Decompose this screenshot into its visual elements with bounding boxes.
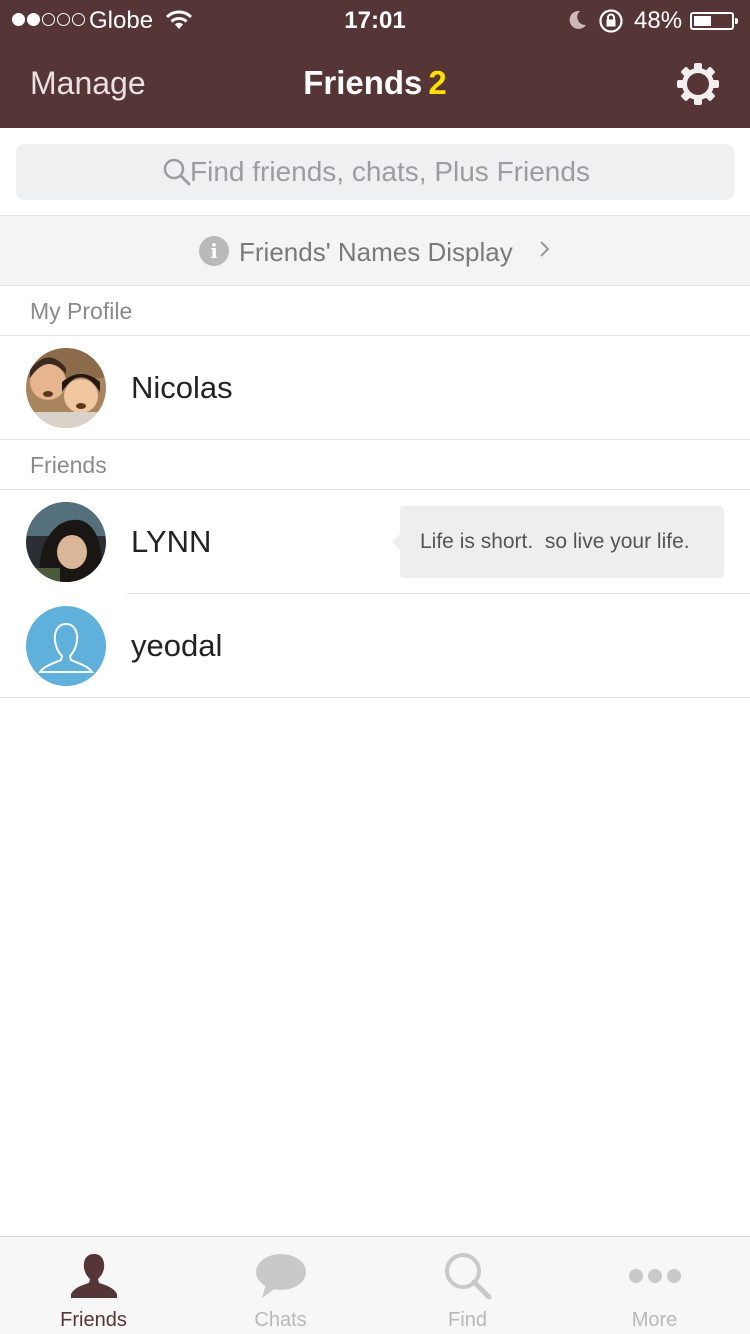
battery-icon [690, 12, 738, 30]
friend-row[interactable]: yeodal [0, 594, 750, 698]
default-avatar-icon [26, 606, 106, 686]
tab-find[interactable]: Find [374, 1237, 561, 1334]
search-placeholder: Find friends, chats, Plus Friends [190, 156, 590, 187]
tab-label: Friends [60, 1309, 127, 1331]
avatar [26, 348, 106, 428]
more-icon [628, 1269, 681, 1283]
my-profile-row[interactable]: Nicolas [0, 336, 750, 440]
divider [0, 697, 750, 698]
search-icon [444, 1253, 491, 1300]
avatar [26, 502, 106, 582]
tab-label: Find [448, 1309, 487, 1331]
notice-text: Friends' Names Display [239, 237, 513, 267]
page-title: Friends 2 [0, 64, 750, 102]
tab-bar: Friends Chats Find More [0, 1236, 750, 1334]
do-not-disturb-moon-icon [569, 10, 586, 29]
chat-bubble-icon [255, 1254, 306, 1298]
tab-label: More [631, 1309, 678, 1331]
section-title: My Profile [30, 298, 133, 324]
battery-percent: 48% [634, 7, 683, 34]
info-icon: i [199, 236, 229, 266]
profile-name: Nicolas [131, 370, 233, 405]
friends-count-badge: 2 [428, 64, 447, 101]
tab-label: Chats [254, 1309, 307, 1331]
chevron-right-icon [540, 241, 550, 257]
friend-name: yeodal [131, 628, 223, 663]
person-icon [70, 1254, 117, 1298]
friend-row[interactable]: LYNN Life is short. so live your life. [0, 490, 750, 594]
my-profile-section-header: My Profile [0, 286, 750, 336]
rotation-lock-icon [599, 9, 623, 33]
friend-name: LYNN [131, 524, 212, 559]
status-message-bubble: Life is short. so live your life. [392, 506, 724, 578]
tab-more[interactable]: More [561, 1237, 748, 1334]
search-input[interactable]: Find friends, chats, Plus Friends [16, 144, 734, 200]
gear-icon[interactable] [676, 62, 720, 106]
app-header: Globe 17:01 48% Manage Friends 2 [0, 0, 750, 128]
tab-friends[interactable]: Friends [0, 1237, 187, 1334]
tab-chats[interactable]: Chats [187, 1237, 374, 1334]
friends-names-display-banner[interactable]: i Friends' Names Display [0, 215, 750, 286]
page-title-text: Friends [303, 64, 423, 101]
section-title: Friends [30, 452, 107, 478]
friends-section-header: Friends [0, 440, 750, 490]
search-bar-container: Find friends, chats, Plus Friends [0, 128, 750, 216]
status-bar: Globe 17:01 48% [0, 0, 750, 40]
search-icon [163, 158, 191, 186]
